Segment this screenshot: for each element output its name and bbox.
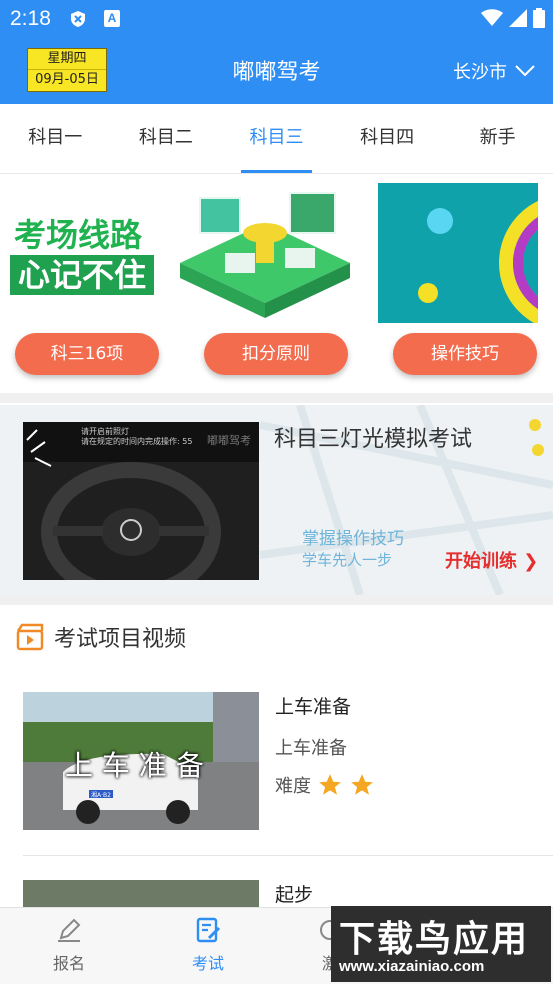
video-difficulty: 难度 — [275, 772, 375, 798]
city-selector[interactable]: 长沙市 — [453, 58, 535, 84]
light-sim-subtitle-1: 掌握操作技巧 — [302, 529, 404, 549]
tab-subject-2[interactable]: 科目二 — [111, 104, 222, 173]
tab-beginner[interactable]: 新手 — [442, 104, 553, 173]
list-divider — [23, 855, 553, 856]
status-time: 2:18 — [10, 7, 51, 30]
video-title: 上车准备 — [275, 696, 352, 718]
nav-exam[interactable]: 考试 — [168, 916, 248, 974]
start-training-button[interactable]: 开始训练 ❯ — [445, 547, 538, 573]
light-simulation-card[interactable]: 请开启前照灯 请在规定的时间内完成操作: 55 嘟嘟驾考 科目三灯光模拟考试 掌… — [0, 405, 553, 595]
nav-signup-label: 报名 — [52, 954, 85, 973]
difficulty-label: 难度 — [275, 776, 311, 797]
feature-banner: 考场线路 心记不住 科三16项 扣分原则 操作技巧 — [0, 175, 553, 393]
nav-signup[interactable]: 报名 — [29, 916, 109, 974]
accessibility-icon: A — [104, 10, 120, 27]
light-sim-title: 科目三灯光模拟考试 — [274, 427, 473, 452]
shield-icon — [71, 11, 85, 27]
subject-tabs: 科目一 科目二 科目三 科目四 新手 — [0, 104, 553, 174]
section-header: 考试项目视频 — [16, 621, 186, 653]
star-icon — [351, 774, 373, 795]
video-title: 起步 — [275, 884, 314, 906]
route-card-line2: 心记不住 — [10, 255, 155, 295]
tab-subject-4[interactable]: 科目四 — [332, 104, 443, 173]
tab-subject-1[interactable]: 科目一 — [0, 104, 111, 173]
subject3-16-items-button[interactable]: 科三16项 — [15, 333, 159, 375]
watermark-title: 下载鸟应用 — [339, 918, 530, 960]
section-divider — [0, 393, 553, 403]
city-label: 长沙市 — [453, 62, 507, 83]
deduction-rules-button[interactable]: 扣分原则 — [204, 333, 348, 375]
thumbnail-caption: 上 车 准 备 — [65, 749, 204, 782]
abstract-circles-graphic — [418, 200, 538, 323]
status-right-icons — [481, 8, 545, 28]
license-plate: 湘A·B2 — [91, 792, 111, 799]
route-card-line1: 考场线路 — [14, 216, 143, 254]
video-thumbnail[interactable]: 上 车 准 备 湘A·B2 — [23, 692, 259, 830]
status-bar: 2:18 A — [0, 0, 553, 38]
battery-icon — [533, 8, 545, 28]
light-sim-subtitle-2: 学车先人一步 — [302, 551, 393, 569]
section-divider-2 — [0, 595, 553, 605]
watermark: 下载鸟应用 www.xiazainiao.com — [331, 906, 551, 982]
app-header: 星期四 09月-05日 嘟嘟驾考 长沙市 — [0, 38, 553, 104]
signal-icon — [509, 9, 527, 27]
steering-wheel-graphic — [23, 429, 259, 580]
star-icon — [319, 774, 341, 795]
tab-subject-3[interactable]: 科目三 — [221, 104, 332, 173]
video-subtitle: 上车准备 — [275, 738, 347, 759]
video-clapper-icon — [16, 623, 44, 651]
operation-tips-button[interactable]: 操作技巧 — [393, 333, 537, 375]
exam-sheet-icon — [196, 917, 221, 943]
wifi-icon — [481, 9, 503, 26]
route-card-text[interactable]: 考场线路 心记不住 — [10, 215, 155, 295]
isometric-office-illustration — [180, 192, 350, 318]
exam-video-section: 考试项目视频 上 车 准 备 湘A·B2 上车准备 上车准备 难度 起步 — [0, 607, 553, 920]
steering-wheel-image: 请开启前照灯 请在规定的时间内完成操作: 55 嘟嘟驾考 — [23, 422, 259, 580]
nav-exam-label: 考试 — [191, 954, 224, 973]
watermark-url: www.xiazainiao.com — [339, 958, 485, 975]
tips-card-image[interactable] — [378, 183, 538, 323]
chevron-down-icon — [515, 65, 535, 77]
section-title: 考试项目视频 — [54, 627, 187, 652]
pen-icon — [58, 918, 81, 942]
